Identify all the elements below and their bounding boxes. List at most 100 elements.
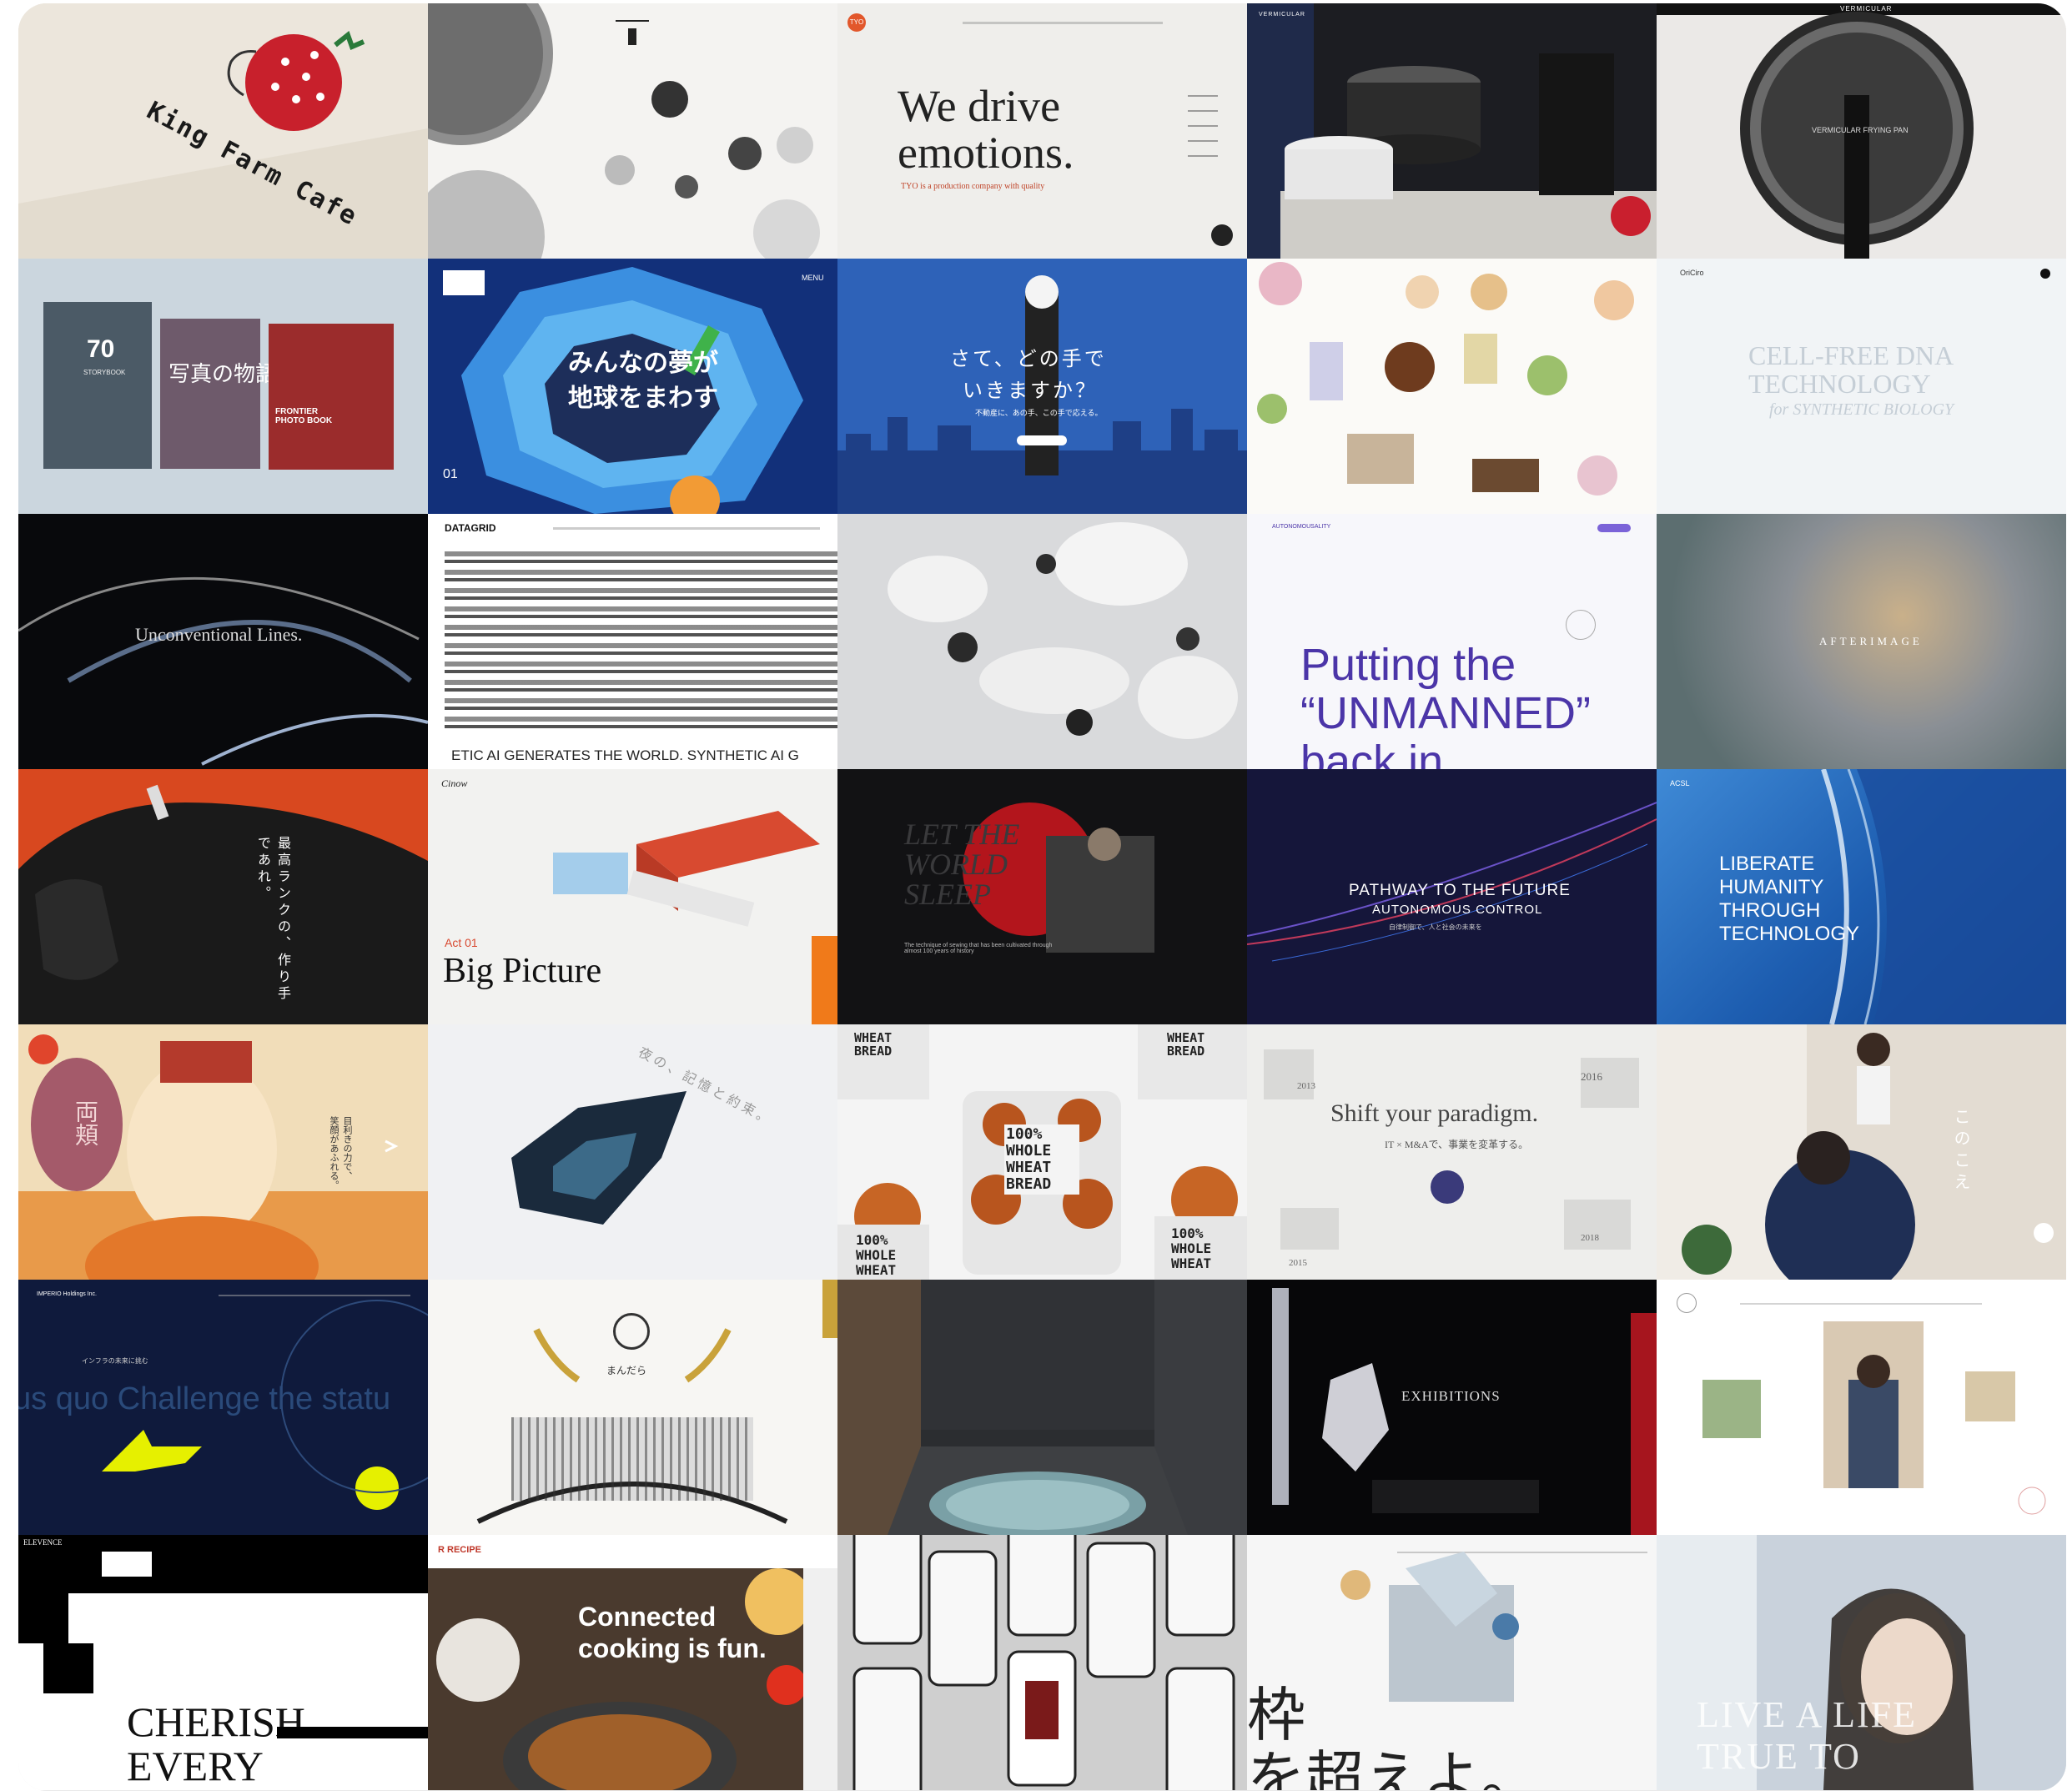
acsl-line3: THROUGH bbox=[1719, 899, 1821, 922]
shift-sub: IT × M&Aで、事業を変革する。 bbox=[1385, 1139, 1529, 1150]
mandara-roof-lines bbox=[511, 1417, 753, 1501]
tile-elevence-cherish[interactable]: ELEVENCE CHERISH EVERY bbox=[18, 1535, 428, 1790]
konokoe-text: このこえ bbox=[1951, 1108, 1969, 1195]
oriciro-logo: OriCiro bbox=[1680, 269, 1704, 277]
tyo-side-links bbox=[1188, 95, 1218, 162]
let-the-world-sleep-bg-text: LET THE WORLD SLEEP bbox=[904, 818, 1020, 911]
konokoe-next-button[interactable] bbox=[2034, 1223, 2054, 1243]
shift-year-4: 2015 bbox=[1289, 1258, 1307, 1268]
book-2-title: 写真の物語 bbox=[168, 361, 278, 386]
bread-bag-5-label: 100% WHOLE WHEAT bbox=[1171, 1225, 1212, 1271]
frying-pan-label: VERMICULAR FRYING PAN bbox=[1812, 126, 1909, 134]
tyo-headline-line1: We drive bbox=[898, 81, 1061, 131]
cinow-headline: Big Picture bbox=[443, 952, 602, 990]
tile-konokoe-family[interactable]: このこえ bbox=[1657, 1024, 2066, 1280]
tile-night-memory[interactable]: 夜の、記憶と約束。 bbox=[428, 1024, 837, 1280]
elevence-logo: ELEVENCE bbox=[23, 1538, 63, 1547]
tile-datagrid[interactable]: DATAGRID ETIC AI GENERATES THE WORLD. SY… bbox=[428, 514, 837, 769]
tile-let-the-world-sleep[interactable]: LET THE WORLD SLEEP The technique of sew… bbox=[837, 769, 1247, 1024]
tile-dancers[interactable] bbox=[837, 514, 1247, 769]
tyo-nav bbox=[963, 22, 1163, 24]
wagyu-text: 最高ランクの、作り手であれ。 bbox=[255, 836, 289, 1003]
tile-cinow-big-picture[interactable]: Cinow Act 01 Big Picture bbox=[428, 769, 837, 1024]
elevence-block-1 bbox=[18, 1535, 428, 1593]
tile-tyo-we-drive-emotions[interactable]: TYO We drive emotions. TYO is a producti… bbox=[837, 3, 1247, 259]
tile-bathtub[interactable] bbox=[837, 1280, 1247, 1535]
elevence-line2: EVERY bbox=[127, 1743, 264, 1789]
tile-imperio-holdings[interactable]: IMPERIO Holdings Inc. インフラの未来に挑む us quo … bbox=[18, 1280, 428, 1535]
tile-acsl-liberate[interactable]: ACSL LIBERATE HUMANITY THROUGH TECHNOLOG… bbox=[1657, 769, 2066, 1024]
mitsubishi-menu[interactable]: MENU bbox=[802, 274, 824, 282]
tile-pathway-future[interactable]: PATHWAY TO THE FUTURE AUTONOMOUS CONTROL… bbox=[1247, 769, 1657, 1024]
oriciro-menu-dot[interactable] bbox=[2040, 269, 2050, 279]
tile-japanese-sweets[interactable] bbox=[1247, 259, 1657, 514]
exhibitions-headline: EXHIBITIONS bbox=[1401, 1388, 1501, 1404]
elevence-block-4 bbox=[102, 1552, 152, 1577]
pathway-line1: PATHWAY TO THE FUTURE bbox=[1349, 882, 1571, 899]
autonomousality-circle[interactable] bbox=[1566, 610, 1596, 640]
pathway-line2: AUTONOMOUS CONTROL bbox=[1372, 903, 1543, 917]
tile-afterimage[interactable]: AFTERIMAGE bbox=[1657, 514, 2066, 769]
black-cow-photo bbox=[18, 769, 428, 1024]
acsl-line1: LIBERATE bbox=[1719, 853, 1815, 875]
real-estate-sub: 不動産に、あの手、この手で応える。 bbox=[975, 409, 1103, 417]
elevence-block-2 bbox=[18, 1593, 68, 1643]
book-3-title: FRONTIER PHOTO BOOK bbox=[275, 407, 333, 425]
real-estate-cta[interactable] bbox=[1017, 435, 1067, 445]
tile-wagyu-cow[interactable]: 最高ランクの、作り手であれ。 bbox=[18, 769, 428, 1024]
ryohou-fan-text: 両頬 bbox=[73, 1099, 98, 1146]
tile-vermicular-pots[interactable]: VERMICULAR bbox=[1247, 3, 1657, 259]
phone-mockups bbox=[852, 1535, 1235, 1790]
tile-shift-paradigm[interactable]: Shift your paradigm. IT × M&Aで、事業を変革する。 … bbox=[1247, 1024, 1657, 1280]
real-estate-line2: いきますか？ bbox=[963, 380, 1098, 402]
shift-year-1: 2016 bbox=[1581, 1070, 1602, 1083]
tyo-subtitle: TYO is a production company with quality bbox=[901, 182, 1045, 191]
oriciro-line2: TECHNOLOGY bbox=[1748, 369, 1931, 399]
live-a-life-line2: TRUE TO bbox=[1697, 1736, 1861, 1777]
thumbnail-grid: King Farm Cafe TYO We drive emotions. TY… bbox=[18, 3, 2066, 1790]
tile-r-recipe[interactable]: R RECIPE Connected cooking is fun. bbox=[428, 1535, 837, 1790]
tile-photo-books[interactable]: 70 STORYBOOK 写真の物語 FRONTIER PHOTO BOOK bbox=[18, 259, 428, 514]
tile-live-a-life[interactable]: LIVE A LIFE TRUE TO bbox=[1657, 1535, 2066, 1790]
dancers-photo bbox=[888, 522, 1238, 739]
tile-autonomousality[interactable]: AUTONOMOUSALITY Putting the “UNMANNED” b… bbox=[1247, 514, 1657, 769]
tile-vermicular-frying-pan[interactable]: VERMICULAR VERMICULAR FRYING PAN bbox=[1657, 3, 2066, 259]
tyo-headline-line2: emotions. bbox=[898, 128, 1074, 178]
tile-king-farm-cafe[interactable]: King Farm Cafe bbox=[18, 3, 428, 259]
cinow-act: Act 01 bbox=[445, 936, 478, 949]
tile-whole-wheat-bread[interactable]: WHEAT BREAD WHEAT BREAD 100% WHOLE WHEAT… bbox=[837, 1024, 1247, 1280]
tile-app-screens[interactable] bbox=[837, 1535, 1247, 1790]
shift-year-2: 2013 bbox=[1297, 1081, 1315, 1091]
tile-mitsubishi-dream[interactable]: みんなの夢が 地球をまわす 01 MENU bbox=[428, 259, 837, 514]
tile-real-estate-hands[interactable]: さて、どの手で いきますか？ 不動産に、あの手、この手で応える。 bbox=[837, 259, 1247, 514]
shift-year-3: 2018 bbox=[1581, 1233, 1599, 1243]
gallery-frame: King Farm Cafe TYO We drive emotions. TY… bbox=[18, 3, 2066, 1791]
shift-headline: Shift your paradigm. bbox=[1330, 1099, 1539, 1127]
elevence-block-3 bbox=[43, 1643, 93, 1693]
book-1-title: 70 bbox=[87, 335, 115, 363]
imperio-shapes bbox=[102, 1300, 428, 1510]
real-estate-line1: さて、どの手で bbox=[950, 348, 1107, 370]
tile-family-portrait[interactable] bbox=[1657, 1280, 2066, 1535]
tyo-scroll-button[interactable] bbox=[1211, 224, 1233, 246]
autonomousality-cta[interactable] bbox=[1597, 524, 1631, 532]
tile-exhibitions[interactable]: EXHIBITIONS bbox=[1247, 1280, 1657, 1535]
pathway-sub: 自律制御で、人と社会の未来を bbox=[1389, 923, 1482, 931]
acsl-logo: ACSL bbox=[1670, 779, 1690, 787]
ryohou-text2: 笑顔があふれる。 bbox=[329, 1116, 339, 1190]
live-a-life-line1: LIVE A LIFE bbox=[1697, 1694, 1917, 1735]
elevence-stripe bbox=[277, 1727, 428, 1738]
tile-ryohou-merchant[interactable]: 両頬 目利きの力で、 笑顔があふれる。 bbox=[18, 1024, 428, 1280]
bathroom-photo bbox=[837, 1280, 1247, 1535]
bread-bag-4-label: 100% WHOLE WHEAT bbox=[856, 1232, 897, 1278]
datagrid-logo: DATAGRID bbox=[445, 522, 496, 534]
tile-oriciro-dna[interactable]: OriCiro CELL-FREE DNA TECHNOLOGY for SYN… bbox=[1657, 259, 2066, 514]
strawberry-logo-art bbox=[18, 3, 428, 259]
tile-mandara[interactable]: まんだら bbox=[428, 1280, 837, 1535]
tile-unconventional-lines[interactable]: Unconventional Lines. bbox=[18, 514, 428, 769]
datagrid-nav bbox=[553, 527, 820, 530]
tile-wakuwo-koeyo[interactable]: 枠 を超えよ。 bbox=[1247, 1535, 1657, 1790]
tile-sesame-illustration[interactable] bbox=[428, 3, 837, 259]
r-recipe-line1: Connected bbox=[578, 1602, 717, 1632]
bread-bag-3-label: 100% WHOLE WHEAT BREAD bbox=[1004, 1124, 1079, 1195]
